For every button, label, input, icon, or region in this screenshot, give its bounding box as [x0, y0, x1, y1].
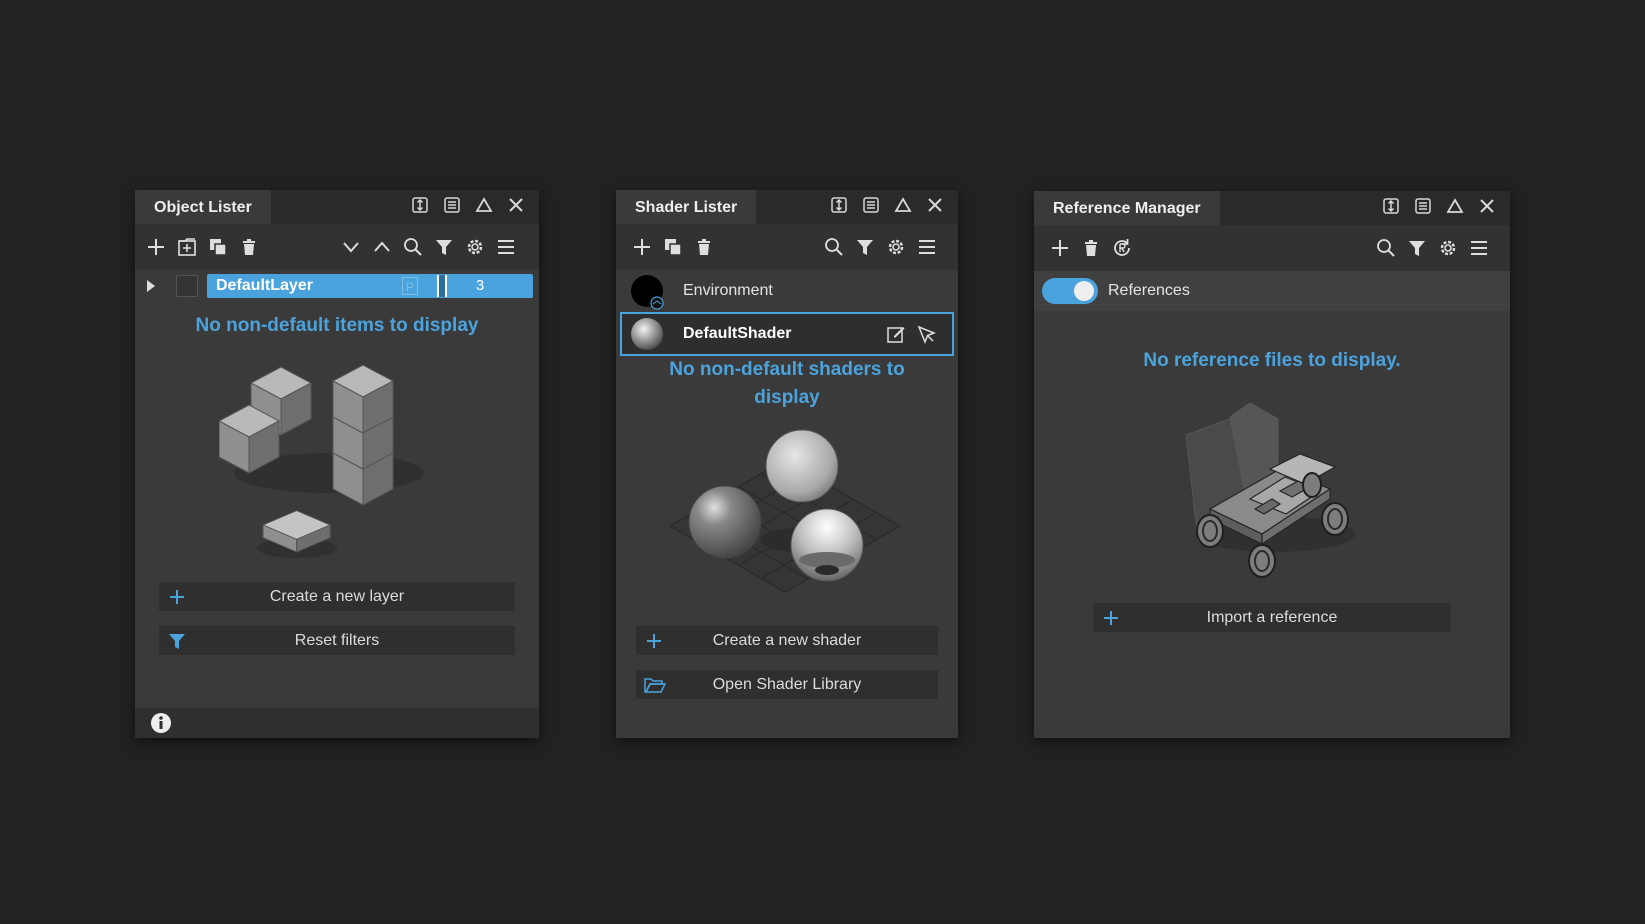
create-layer-button[interactable]: Create a new layer [159, 582, 515, 611]
reload-icon[interactable] [1110, 236, 1134, 260]
edit-icon[interactable] [886, 324, 906, 344]
layer-name-field[interactable]: DefaultLayer P 3 [207, 274, 533, 298]
duplicate-icon[interactable] [661, 235, 685, 259]
reset-filters-label: Reset filters [294, 632, 380, 649]
toggle-knob [1074, 281, 1094, 301]
spheres-illustration [670, 428, 900, 638]
panel-menu-icon[interactable] [441, 194, 463, 216]
panel-menu-icon[interactable] [1412, 195, 1434, 217]
gear-icon[interactable] [1436, 236, 1460, 260]
reference-manager-panel: Reference Manager References No referenc… [1034, 191, 1510, 738]
hamburger-menu-icon[interactable] [915, 235, 939, 259]
shader-item-label: Environment [683, 282, 773, 299]
close-icon[interactable] [505, 194, 527, 216]
open-shader-library-button[interactable]: Open Shader Library [636, 670, 938, 699]
shader-lister-panel: Shader Lister Environment DefaultShader … [616, 190, 958, 738]
reference-manager-tabbar: Reference Manager [1034, 191, 1510, 225]
add-icon[interactable] [144, 235, 168, 259]
chevron-up-icon[interactable] [370, 235, 394, 259]
create-shader-label: Create a new shader [712, 632, 862, 649]
empty-references-message: No reference files to display. [1143, 350, 1401, 371]
search-icon[interactable] [401, 235, 425, 259]
car-folder-illustration [1180, 399, 1380, 589]
open-shader-library-label: Open Shader Library [712, 676, 862, 693]
close-icon[interactable] [924, 194, 946, 216]
add-group-icon[interactable] [175, 235, 199, 259]
collapse-icon[interactable] [1444, 195, 1466, 217]
references-row: References [1034, 271, 1510, 311]
create-layer-label: Create a new layer [269, 588, 405, 605]
gear-icon[interactable] [884, 235, 908, 259]
hamburger-menu-icon[interactable] [494, 235, 518, 259]
hamburger-menu-icon[interactable] [1467, 236, 1491, 260]
collapse-icon[interactable] [892, 194, 914, 216]
resize-icon[interactable] [1380, 195, 1402, 217]
close-icon[interactable] [1476, 195, 1498, 217]
duplicate-icon[interactable] [206, 235, 230, 259]
object-lister-tabbar: Object Lister [135, 190, 539, 224]
environment-swatch-icon [630, 274, 666, 310]
delete-icon[interactable] [1079, 236, 1103, 260]
references-toggle[interactable] [1042, 278, 1098, 304]
select-cursor-icon[interactable] [916, 324, 936, 344]
shader-sphere-icon [630, 317, 664, 351]
reference-manager-tab[interactable]: Reference Manager [1034, 191, 1220, 225]
object-lister-tab[interactable]: Object Lister [135, 190, 271, 224]
info-icon[interactable] [150, 712, 172, 734]
delete-icon[interactable] [237, 235, 261, 259]
empty-shaders-message: No non-default shaders to display [669, 359, 905, 408]
resize-icon[interactable] [409, 194, 431, 216]
reference-manager-toolbar [1034, 225, 1510, 271]
chevron-down-icon[interactable] [339, 235, 363, 259]
shader-lister-tabbar: Shader Lister [616, 190, 958, 224]
shader-item-environment[interactable]: Environment [616, 270, 958, 312]
add-icon[interactable] [630, 235, 654, 259]
layer-p-badge[interactable]: P [402, 277, 418, 295]
add-icon[interactable] [1048, 236, 1072, 260]
layer-divider[interactable] [437, 275, 447, 297]
references-toggle-label: References [1108, 282, 1190, 299]
filter-icon[interactable] [432, 235, 456, 259]
filter-icon[interactable] [1405, 236, 1429, 260]
object-lister-panel: Object Lister DefaultLayer P 3 No non-de… [135, 190, 539, 738]
empty-items-message: No non-default items to display [195, 315, 479, 336]
filter-icon[interactable] [853, 235, 877, 259]
create-shader-button[interactable]: Create a new shader [636, 626, 938, 655]
status-bar [135, 708, 539, 738]
cubes-illustration [219, 353, 459, 573]
search-icon[interactable] [822, 235, 846, 259]
shader-item-label: DefaultShader [683, 325, 792, 342]
panel-menu-icon[interactable] [860, 194, 882, 216]
layer-name: DefaultLayer [216, 277, 313, 294]
shader-lister-tab[interactable]: Shader Lister [616, 190, 757, 224]
import-reference-label: Import a reference [1206, 609, 1338, 626]
search-icon[interactable] [1374, 236, 1398, 260]
delete-icon[interactable] [692, 235, 716, 259]
shader-lister-toolbar [616, 224, 958, 270]
layer-visibility-checkbox[interactable] [176, 275, 198, 297]
resize-icon[interactable] [828, 194, 850, 216]
expand-arrow-icon[interactable] [145, 279, 157, 293]
collapse-icon[interactable] [473, 194, 495, 216]
gear-icon[interactable] [463, 235, 487, 259]
shader-item-defaultshader[interactable]: DefaultShader [620, 312, 954, 356]
reset-filters-button[interactable]: Reset filters [159, 626, 515, 655]
import-reference-button[interactable]: Import a reference [1093, 603, 1451, 632]
object-lister-toolbar [135, 224, 539, 270]
layer-count: 3 [475, 277, 485, 294]
layer-row[interactable]: DefaultLayer P 3 [135, 270, 539, 302]
